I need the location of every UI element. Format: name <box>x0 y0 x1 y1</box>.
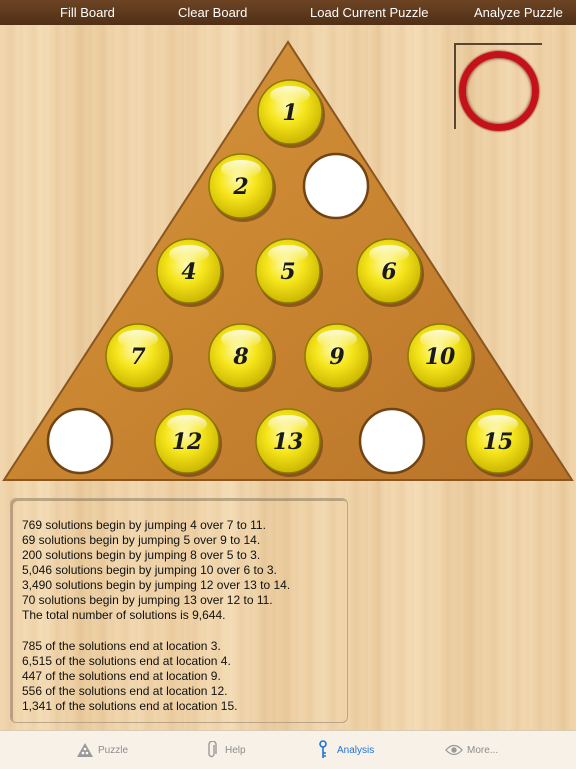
empty-hole[interactable] <box>46 407 114 475</box>
tab-analysis[interactable]: Analysis <box>315 731 374 769</box>
peg-label: 6 <box>381 259 396 285</box>
peg-label: 7 <box>130 344 146 370</box>
tab-label: More... <box>467 744 499 756</box>
peg-label: 13 <box>273 429 304 455</box>
analysis-line: 556 of the solutions end at location 12. <box>22 684 228 698</box>
analysis-line: 70 solutions begin by jumping 13 over 12… <box>22 593 273 607</box>
fill-board-button[interactable]: Fill Board <box>60 0 115 25</box>
tab-label: Analysis <box>337 744 375 756</box>
analysis-line: 3,490 solutions begin by jumping 12 over… <box>22 578 291 592</box>
peg-label: 15 <box>483 429 514 455</box>
peg-label: 5 <box>280 259 295 285</box>
tab-puzzle[interactable]: Puzzle <box>76 731 128 769</box>
peg-label: 2 <box>232 174 248 200</box>
top-toolbar: Fill Board Clear Board Load Current Puzz… <box>0 0 576 25</box>
peg-label: 10 <box>425 344 456 370</box>
jump-lines: 769 solutions begin by jumping 4 over 7 … <box>22 518 290 623</box>
key-icon <box>315 740 333 759</box>
peg-label: 8 <box>232 344 248 370</box>
tab-help[interactable]: Help <box>203 731 246 769</box>
eye-icon <box>445 741 463 759</box>
analysis-line: 200 solutions begin by jumping 8 over 5 … <box>22 548 261 562</box>
analysis-line: 785 of the solutions end at location 3. <box>22 639 221 653</box>
ring-icon[interactable] <box>459 51 539 131</box>
total-solutions-line: The total number of solutions is 9,644. <box>22 608 226 622</box>
empty-hole[interactable] <box>358 407 426 475</box>
peg-label: 1 <box>282 100 297 126</box>
peg-label: 9 <box>329 344 344 370</box>
analyze-puzzle-button[interactable]: Analyze Puzzle <box>474 0 563 25</box>
triangle-icon <box>76 741 94 759</box>
peg-label: 12 <box>172 429 203 455</box>
analysis-line: 5,046 solutions begin by jumping 10 over… <box>22 563 277 577</box>
analysis-line: 1,341 of the solutions end at location 1… <box>22 699 238 713</box>
peg-label: 4 <box>181 259 196 285</box>
paperclip-icon <box>203 741 221 759</box>
analysis-line: 6,515 of the solutions end at location 4… <box>22 654 231 668</box>
empty-hole[interactable] <box>302 152 370 220</box>
end-lines: 785 of the solutions end at location 3. … <box>22 639 238 714</box>
tab-label: Puzzle <box>98 744 129 756</box>
load-current-puzzle-button[interactable]: Load Current Puzzle <box>310 0 429 25</box>
analysis-line: 447 of the solutions end at location 9. <box>22 669 221 683</box>
analysis-line: 769 solutions begin by jumping 4 over 7 … <box>22 518 266 532</box>
tab-more[interactable]: More... <box>445 731 498 769</box>
clear-board-button[interactable]: Clear Board <box>178 0 247 25</box>
tab-label: Help <box>225 744 246 756</box>
tab-bar: Puzzle Help Analysis More... <box>0 730 576 769</box>
analysis-line: 69 solutions begin by jumping 5 over 9 t… <box>22 533 261 547</box>
